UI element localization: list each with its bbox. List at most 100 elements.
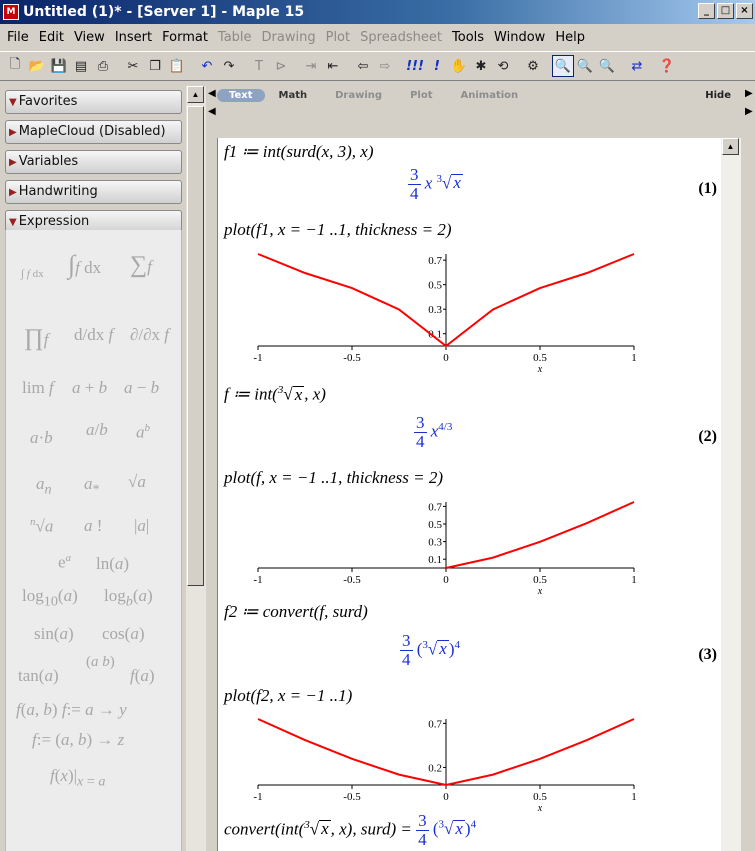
zoom-150-icon[interactable]: 🔍 <box>574 55 596 77</box>
zoom-200-icon[interactable]: 🔍 <box>596 55 618 77</box>
palette-exponential[interactable]: ea <box>58 552 71 573</box>
palette-scrollbar[interactable]: ▲ <box>186 86 206 851</box>
palette-variables[interactable]: ▶ Variables <box>5 150 182 174</box>
collapse-right-icon[interactable]: ▶ <box>745 106 753 117</box>
toggle-input-icon[interactable]: ⇄ <box>626 55 648 77</box>
maximize-button[interactable]: □ <box>717 3 734 19</box>
menu-drawing[interactable]: Drawing <box>257 30 321 45</box>
palette-tan[interactable]: tan(a) <box>18 666 59 686</box>
scroll-up-icon[interactable]: ▲ <box>722 138 739 155</box>
palette-eval-at[interactable]: f(x)|x = a <box>50 766 105 790</box>
input-line-6[interactable]: plot(f2, x = −1 ..1) <box>224 686 352 706</box>
palette-subscript[interactable]: an <box>36 474 52 498</box>
print-icon[interactable]: ⎙ <box>92 55 114 77</box>
indent-icon[interactable]: ⇥ <box>300 55 322 77</box>
palette-power[interactable]: ab <box>136 422 150 443</box>
tab-text[interactable]: Text <box>217 88 265 102</box>
redo-icon[interactable]: ↷ <box>218 55 240 77</box>
menu-table[interactable]: Table <box>213 30 257 45</box>
input-line-2[interactable]: plot(f1, x = −1 ..1, thickness = 2) <box>224 220 452 240</box>
tab-math[interactable]: Math <box>265 90 322 101</box>
input-line-1[interactable]: f1 ≔ int(surd(x, 3), x) <box>224 142 374 162</box>
zoom-100-icon[interactable]: 🔍 <box>552 55 574 77</box>
palette-ln[interactable]: ln(a) <box>96 554 129 574</box>
execute-icon[interactable]: ! <box>426 55 448 77</box>
palette-factorial[interactable]: a ! <box>84 516 102 536</box>
tab-animation[interactable]: Animation <box>446 90 532 101</box>
palette-log10[interactable]: log10(a) <box>22 586 78 610</box>
palette-maplecloud[interactable]: ▶ MapleCloud (Disabled) <box>5 120 182 144</box>
palette-star-subscript[interactable]: a* <box>84 474 100 498</box>
collapse-left-icon[interactable]: ◀ <box>208 106 216 117</box>
input-line-5[interactable]: f2 ≔ convert(f, surd) <box>224 602 368 622</box>
minimize-button[interactable]: _ <box>698 3 715 19</box>
input-line-7[interactable]: convert(int(3√ x, x), surd) = 34 (3√ x)4 <box>224 812 476 849</box>
copy-icon[interactable]: ❐ <box>144 55 166 77</box>
palette-absolute[interactable]: |a| <box>134 516 149 536</box>
debug-icon[interactable]: ✱ <box>470 55 492 77</box>
palette-binomial[interactable]: (a b) <box>86 654 115 671</box>
palette-arrow-function[interactable]: f:= (a, b) → z <box>32 730 124 750</box>
palette-indefinite-integral[interactable]: ∫ f dx <box>21 268 44 280</box>
menu-plot[interactable]: Plot <box>321 30 356 45</box>
palette-logb[interactable]: logb(a) <box>104 586 153 610</box>
palette-derivative[interactable]: d/dx f <box>74 325 113 345</box>
tab-plot[interactable]: Plot <box>396 90 446 101</box>
close-button[interactable]: × <box>736 3 753 19</box>
plot-2[interactable]: -1 -0.5 0 0.5 1 0.1 0.3 0.5 0.7 x <box>228 496 648 598</box>
palette-nth-root[interactable]: n√a <box>30 516 53 537</box>
restart-icon[interactable]: ⟲ <box>492 55 514 77</box>
paste-icon[interactable]: 📋 <box>166 55 188 77</box>
help-icon[interactable]: ❓ <box>656 55 678 77</box>
palette-addition[interactable]: a + b <box>72 378 107 398</box>
menu-spreadsheet[interactable]: Spreadsheet <box>355 30 447 45</box>
tab-drawing[interactable]: Drawing <box>321 90 396 101</box>
palette-definite-integral[interactable]: ∫f dx <box>68 250 101 280</box>
menu-file[interactable]: File <box>2 30 34 45</box>
collapse-left-icon[interactable]: ◀ <box>208 88 216 99</box>
undo-icon[interactable]: ↶ <box>196 55 218 77</box>
palette-function[interactable]: f(a) <box>130 666 155 686</box>
settings-gear-icon[interactable]: ⚙ <box>522 55 544 77</box>
palette-sin[interactable]: sin(a) <box>34 624 74 644</box>
menu-view[interactable]: View <box>69 30 110 45</box>
back-arrow-icon[interactable]: ⇦ <box>352 55 374 77</box>
save-icon[interactable]: 💾 <box>48 55 70 77</box>
worksheet[interactable]: f1 ≔ int(surd(x, 3), x) 34 x 3√ x (1) plo… <box>217 138 721 851</box>
menu-tools[interactable]: Tools <box>447 30 489 45</box>
palette-handwriting[interactable]: ▶ Handwriting <box>5 180 182 204</box>
collapse-right-icon[interactable]: ▶ <box>745 88 753 99</box>
plot-3[interactable]: -1 -0.5 0 0.5 1 0.7 0.2 x <box>228 713 648 815</box>
forward-arrow-icon[interactable]: ⇨ <box>374 55 396 77</box>
palette-scroll-thumb[interactable] <box>187 106 204 586</box>
cut-icon[interactable]: ✂ <box>122 55 144 77</box>
palette-limit[interactable]: lim f <box>22 378 54 398</box>
save-all-icon[interactable]: ▤ <box>70 55 92 77</box>
worksheet-scrollbar[interactable]: ▲ <box>721 138 741 851</box>
menu-format[interactable]: Format <box>157 30 213 45</box>
math-prompt-icon[interactable]: ⊳ <box>270 55 292 77</box>
menu-window[interactable]: Window <box>489 30 550 45</box>
menu-insert[interactable]: Insert <box>110 30 157 45</box>
execute-all-icon[interactable]: !!! <box>404 55 426 77</box>
input-line-4[interactable]: plot(f, x = −1 ..1, thickness = 2) <box>224 468 443 488</box>
plot-1[interactable]: -1 -0.5 0 0.5 1 0.1 0.3 0.5 0.7 x <box>228 248 648 376</box>
hide-ribbon-button[interactable]: Hide <box>705 90 731 101</box>
palette-subtraction[interactable]: a − b <box>124 378 159 398</box>
palette-function-two-args[interactable]: f(a, b) f:= a → y <box>16 700 127 720</box>
menu-edit[interactable]: Edit <box>34 30 69 45</box>
palette-multiplication[interactable]: a·b <box>30 428 53 448</box>
palette-partial-derivative[interactable]: ∂/∂x f <box>130 325 169 345</box>
text-mode-icon[interactable]: T <box>248 55 270 77</box>
palette-square-root[interactable]: √a <box>128 472 146 492</box>
open-folder-icon[interactable]: 📂 <box>26 55 48 77</box>
palette-fraction[interactable]: a/b <box>86 420 108 440</box>
outdent-icon[interactable]: ⇤ <box>322 55 344 77</box>
menu-help[interactable]: Help <box>550 30 590 45</box>
new-document-icon[interactable]: 🗋 <box>4 55 26 77</box>
palette-sum[interactable]: ∑f <box>130 252 152 279</box>
palette-favorites[interactable]: ▼ Favorites <box>5 90 182 114</box>
palette-cos[interactable]: cos(a) <box>102 624 145 644</box>
input-line-3[interactable]: f ≔ int(3√ x, x) <box>224 384 326 405</box>
scroll-up-icon[interactable]: ▲ <box>187 86 204 103</box>
